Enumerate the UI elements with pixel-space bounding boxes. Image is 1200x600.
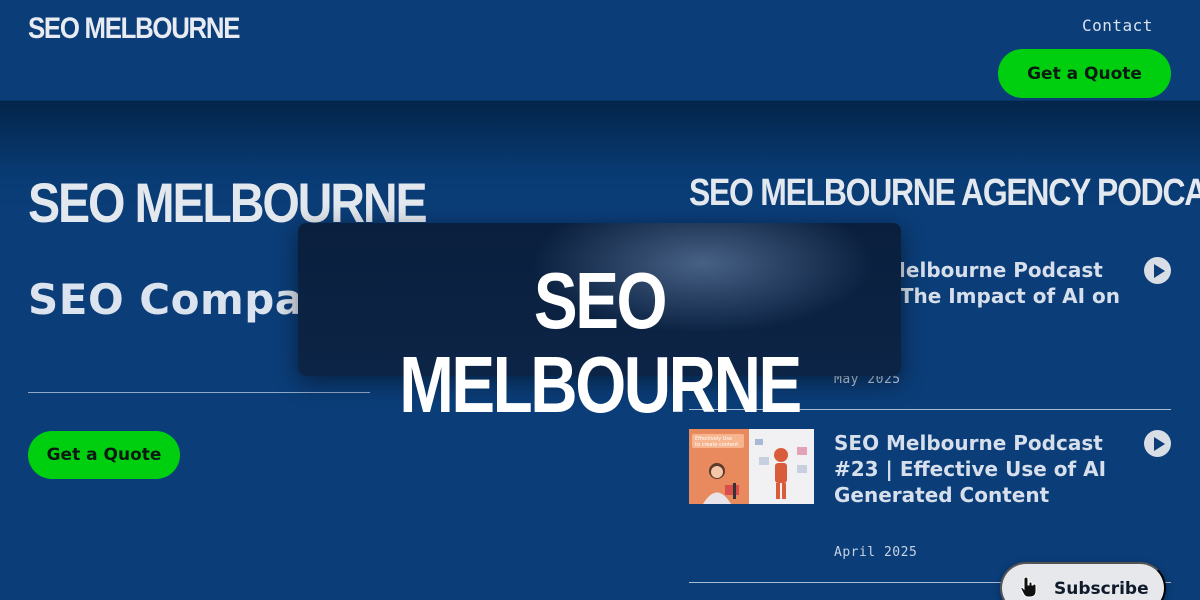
- logo-overlay-banner: SEO MELBOURNE: [298, 223, 901, 427]
- nav-contact-link[interactable]: Contact: [1082, 16, 1153, 35]
- subscribe-button[interactable]: Subscribe: [1000, 562, 1166, 600]
- podcast-heading: SEO MELBOURNE AGENCY PODCAST: [689, 172, 1200, 214]
- hero-get-quote-button[interactable]: Get a Quote: [28, 431, 180, 479]
- episode-date: April 2025: [834, 545, 918, 560]
- play-icon[interactable]: [1144, 257, 1171, 284]
- hero-divider: [28, 392, 370, 393]
- header-get-quote-button[interactable]: Get a Quote: [998, 49, 1171, 98]
- episode-thumbnail[interactable]: Effectively Use to create content: [689, 429, 814, 504]
- subscribe-label: Subscribe: [1054, 579, 1149, 599]
- podcast-episode[interactable]: Effectively Use to create content SEO Me…: [689, 410, 1171, 583]
- site-header: SEO MELBOURNE Contact Get a Quote: [0, 0, 1200, 101]
- play-icon[interactable]: [1144, 430, 1171, 457]
- svg-text:to create content: to create content: [695, 442, 738, 448]
- hand-cursor-icon: [1020, 576, 1037, 598]
- header-logo[interactable]: SEO MELBOURNE: [28, 12, 240, 46]
- episode-title[interactable]: SEO Melbourne Podcast #23 | Effective Us…: [834, 430, 1124, 508]
- overlay-logo: SEO MELBOURNE: [399, 256, 802, 429]
